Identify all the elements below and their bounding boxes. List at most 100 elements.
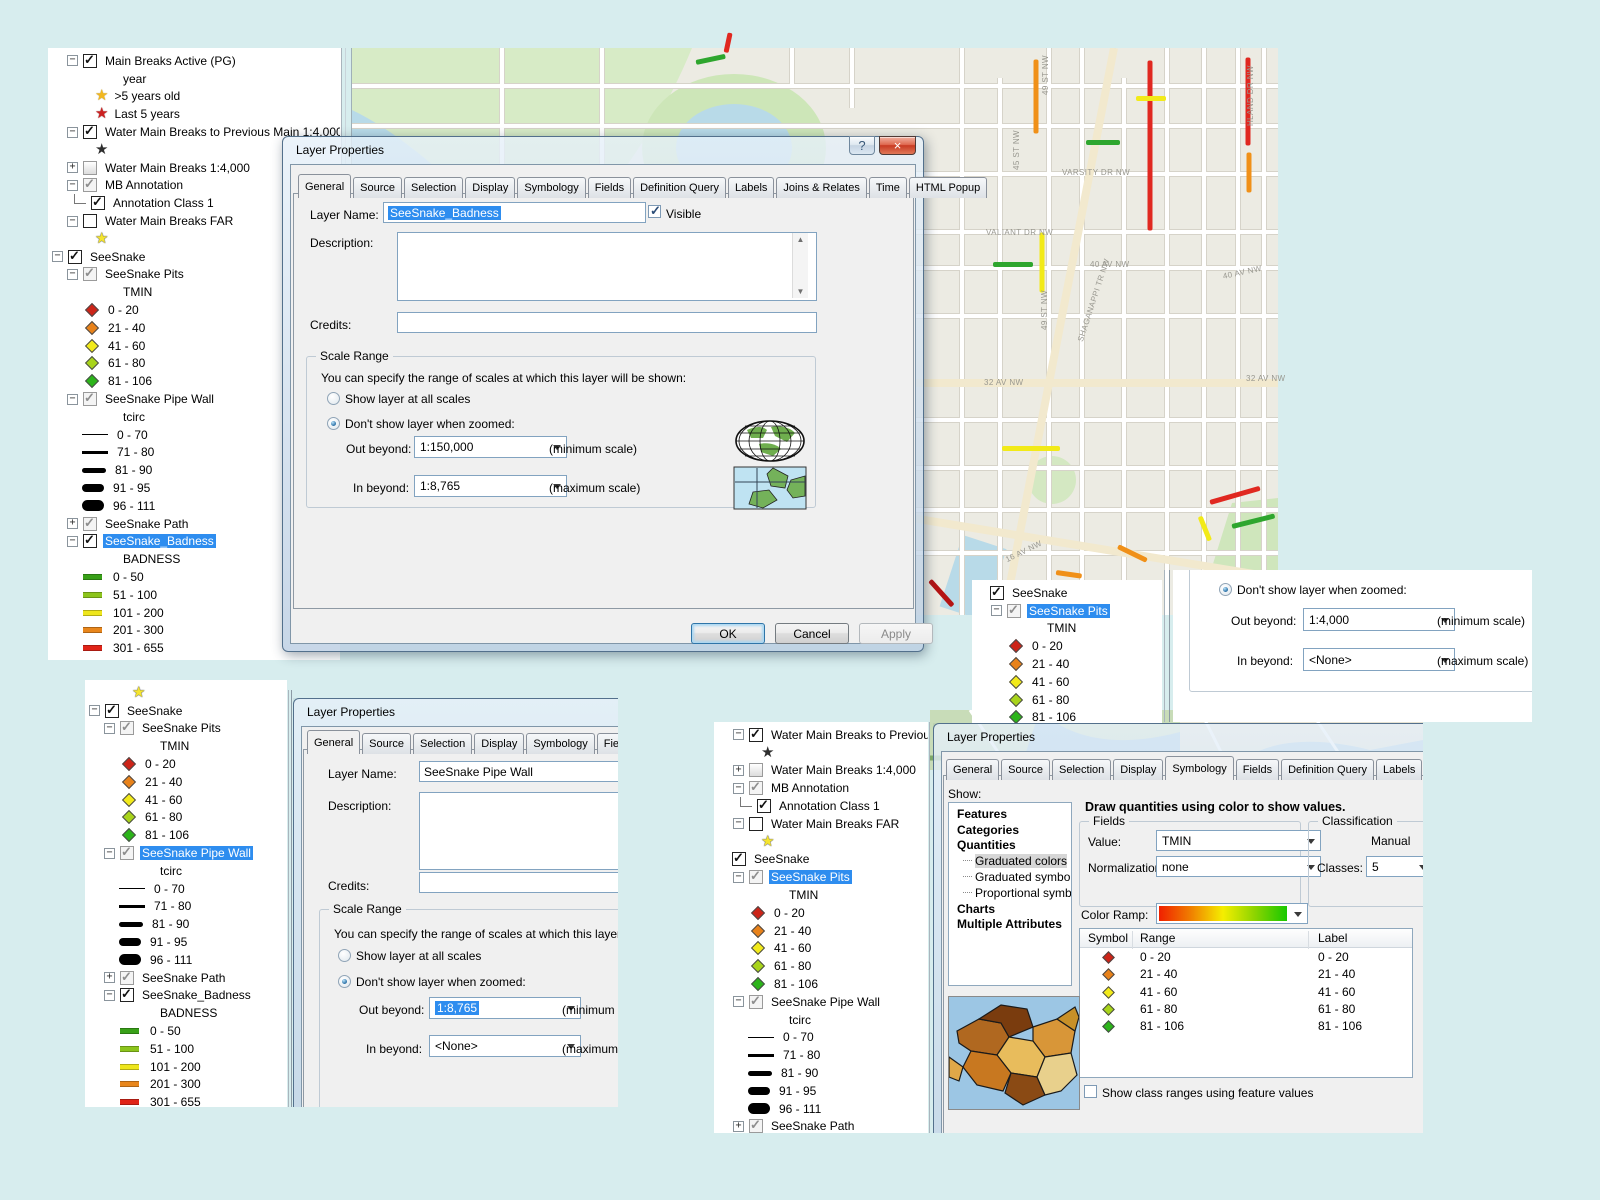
toc-item-61-80[interactable]: 61 - 80 xyxy=(85,809,287,827)
layer-checkbox[interactable] xyxy=(749,781,763,795)
radio-dont-show[interactable] xyxy=(1219,583,1232,596)
toc-item-tcirc[interactable]: tcirc xyxy=(85,862,287,880)
class-row-61-80[interactable]: 61 - 8061 - 80 xyxy=(1080,1000,1412,1017)
toc-item-41-60[interactable]: 41 - 60 xyxy=(714,940,928,958)
toc-item-seesnake-badness[interactable]: −SeeSnake_Badness xyxy=(85,987,287,1005)
show-option-multiple-attributes[interactable]: Multiple Attributes xyxy=(949,917,1071,933)
collapse-icon[interactable]: − xyxy=(52,251,63,262)
layer-checkbox[interactable] xyxy=(990,586,1004,600)
toc-item-seesnake-path[interactable]: +SeeSnake Path xyxy=(85,969,287,987)
toc-item-symbol-row[interactable]: ★ xyxy=(714,833,928,851)
max-scale-combo[interactable]: 1:8,765 xyxy=(414,475,567,497)
radio-dont-show[interactable] xyxy=(327,417,340,430)
show-option-graduated-symbols[interactable]: Graduated symbols xyxy=(949,869,1071,885)
radio-dont-show[interactable] xyxy=(338,975,351,988)
value-combo[interactable]: TMIN xyxy=(1156,830,1321,851)
toc-item-71-80[interactable]: 71 - 80 xyxy=(714,1046,928,1064)
layer-name-field[interactable]: SeeSnake Pipe Wall xyxy=(419,761,618,782)
class-row-81-106[interactable]: 81 - 10681 - 106 xyxy=(1080,1017,1412,1034)
toc-item-water-main-breaks-to-previous-ma[interactable]: −Water Main Breaks to Previous Ma xyxy=(714,726,928,744)
class-row-21-40[interactable]: 21 - 4021 - 40 xyxy=(1080,965,1412,982)
toc-item-year[interactable]: year xyxy=(48,70,340,88)
apply-button[interactable]: Apply xyxy=(859,623,933,644)
visible-checkbox[interactable] xyxy=(648,205,661,218)
expand-icon[interactable]: + xyxy=(67,162,78,173)
tab-general[interactable]: General xyxy=(307,730,360,754)
collapse-icon[interactable]: − xyxy=(67,127,78,138)
class-table[interactable]: SymbolRangeLabel0 - 200 - 2021 - 4021 - … xyxy=(1079,928,1413,1078)
radio-all-scales[interactable] xyxy=(327,392,340,405)
layer-checkbox[interactable] xyxy=(749,1119,763,1133)
description-field[interactable] xyxy=(419,792,618,870)
panel-splitter[interactable] xyxy=(291,690,292,1107)
layer-properties-dialog-pipe[interactable]: Layer Properties GeneralSourceSelectionD… xyxy=(293,698,618,1107)
tab-selection[interactable]: Selection xyxy=(404,177,463,198)
tab-labels[interactable]: Labels xyxy=(728,177,774,198)
layer-checkbox[interactable] xyxy=(83,267,97,281)
expand-icon[interactable]: + xyxy=(67,518,78,529)
toc-item-water-main-breaks-1-4-000[interactable]: +Water Main Breaks 1:4,000 xyxy=(714,762,928,780)
show-option-features[interactable]: Features xyxy=(949,806,1071,822)
layer-checkbox[interactable] xyxy=(68,250,82,264)
toc-item-symbol-row[interactable]: ★ xyxy=(714,744,928,762)
layer-checkbox[interactable] xyxy=(83,161,97,175)
toc-item-41-60[interactable]: 41 - 60 xyxy=(972,673,1162,691)
toc-item-seesnake[interactable]: SeeSnake xyxy=(972,584,1162,602)
toc-item-0-50[interactable]: 0 - 50 xyxy=(85,1022,287,1040)
panel-splitter[interactable] xyxy=(288,690,289,1107)
layer-checkbox[interactable] xyxy=(91,196,105,210)
toc-item-5-years-old[interactable]: ★>5 years old xyxy=(48,88,340,106)
tab-definition-query[interactable]: Definition Query xyxy=(1281,759,1374,780)
layer-checkbox[interactable] xyxy=(83,54,97,68)
column-header-symbol[interactable]: Symbol xyxy=(1088,931,1128,945)
toc-item-91-95[interactable]: 91 - 95 xyxy=(85,933,287,951)
layer-properties-dialog-symbology[interactable]: Layer Properties GeneralSourceSelectionD… xyxy=(933,723,1423,1133)
cancel-button[interactable]: Cancel xyxy=(775,623,849,644)
tab-selection[interactable]: Selection xyxy=(1052,759,1111,780)
panel-splitter[interactable] xyxy=(1164,570,1165,722)
normalization-combo[interactable]: none xyxy=(1156,856,1321,877)
min-scale-combo[interactable]: 1:8,765 xyxy=(429,997,581,1019)
toc-item-0-20[interactable]: 0 - 20 xyxy=(85,755,287,773)
tab-display[interactable]: Display xyxy=(1113,759,1163,780)
layer-name-field[interactable]: SeeSnake_Badness xyxy=(383,202,646,223)
toc-item-96-111[interactable]: 96 - 111 xyxy=(714,1100,928,1118)
toc-item-tmin[interactable]: TMIN xyxy=(972,620,1162,638)
tab-display[interactable]: Display xyxy=(474,733,524,754)
collapse-icon[interactable]: − xyxy=(991,605,1002,616)
class-row-0-20[interactable]: 0 - 200 - 20 xyxy=(1080,948,1412,965)
toc-item-21-40[interactable]: 21 - 40 xyxy=(85,773,287,791)
toc-item-0-20[interactable]: 0 - 20 xyxy=(972,637,1162,655)
toc-item-301-655[interactable]: 301 - 655 xyxy=(85,1093,287,1107)
help-button[interactable]: ? xyxy=(849,136,875,155)
toc-item-41-60[interactable]: 41 - 60 xyxy=(85,791,287,809)
layer-checkbox[interactable] xyxy=(749,763,763,777)
column-header-label[interactable]: Label xyxy=(1318,931,1347,945)
collapse-icon[interactable]: − xyxy=(733,818,744,829)
description-scrollbar[interactable]: ▲▼ xyxy=(792,233,808,298)
collapse-icon[interactable]: − xyxy=(104,990,115,1001)
max-scale-combo[interactable]: <None> xyxy=(1303,648,1455,671)
show-option-categories[interactable]: Categories xyxy=(949,822,1071,838)
toc-item-tmin[interactable]: TMIN xyxy=(714,886,928,904)
collapse-icon[interactable]: − xyxy=(67,216,78,227)
toc-item-seesnake[interactable]: −SeeSnake xyxy=(85,702,287,720)
toc-item-annotation-class-1[interactable]: Annotation Class 1 xyxy=(714,797,928,815)
collapse-icon[interactable]: − xyxy=(67,269,78,280)
toc-item-mb-annotation[interactable]: −MB Annotation xyxy=(714,779,928,797)
tab-source[interactable]: Source xyxy=(353,177,402,198)
dropdown-arrow-icon[interactable] xyxy=(1294,912,1302,921)
toc-item-21-40[interactable]: 21 - 40 xyxy=(972,655,1162,673)
collapse-icon[interactable]: − xyxy=(67,180,78,191)
tab-symbology[interactable]: Symbology xyxy=(517,177,585,198)
tab-fields[interactable]: Fields xyxy=(588,177,631,198)
toc-item-seesnake-path[interactable]: +SeeSnake Path xyxy=(714,1118,928,1133)
toc-item-seesnake-pits[interactable]: −SeeSnake Pits xyxy=(714,868,928,886)
layer-checkbox[interactable] xyxy=(120,988,134,1002)
collapse-icon[interactable]: − xyxy=(733,729,744,740)
layer-checkbox[interactable] xyxy=(83,517,97,531)
toc-item-61-80[interactable]: 61 - 80 xyxy=(972,691,1162,709)
toc-item-51-100[interactable]: 51 - 100 xyxy=(85,1040,287,1058)
description-field[interactable] xyxy=(397,232,817,301)
layer-checkbox[interactable] xyxy=(749,995,763,1009)
